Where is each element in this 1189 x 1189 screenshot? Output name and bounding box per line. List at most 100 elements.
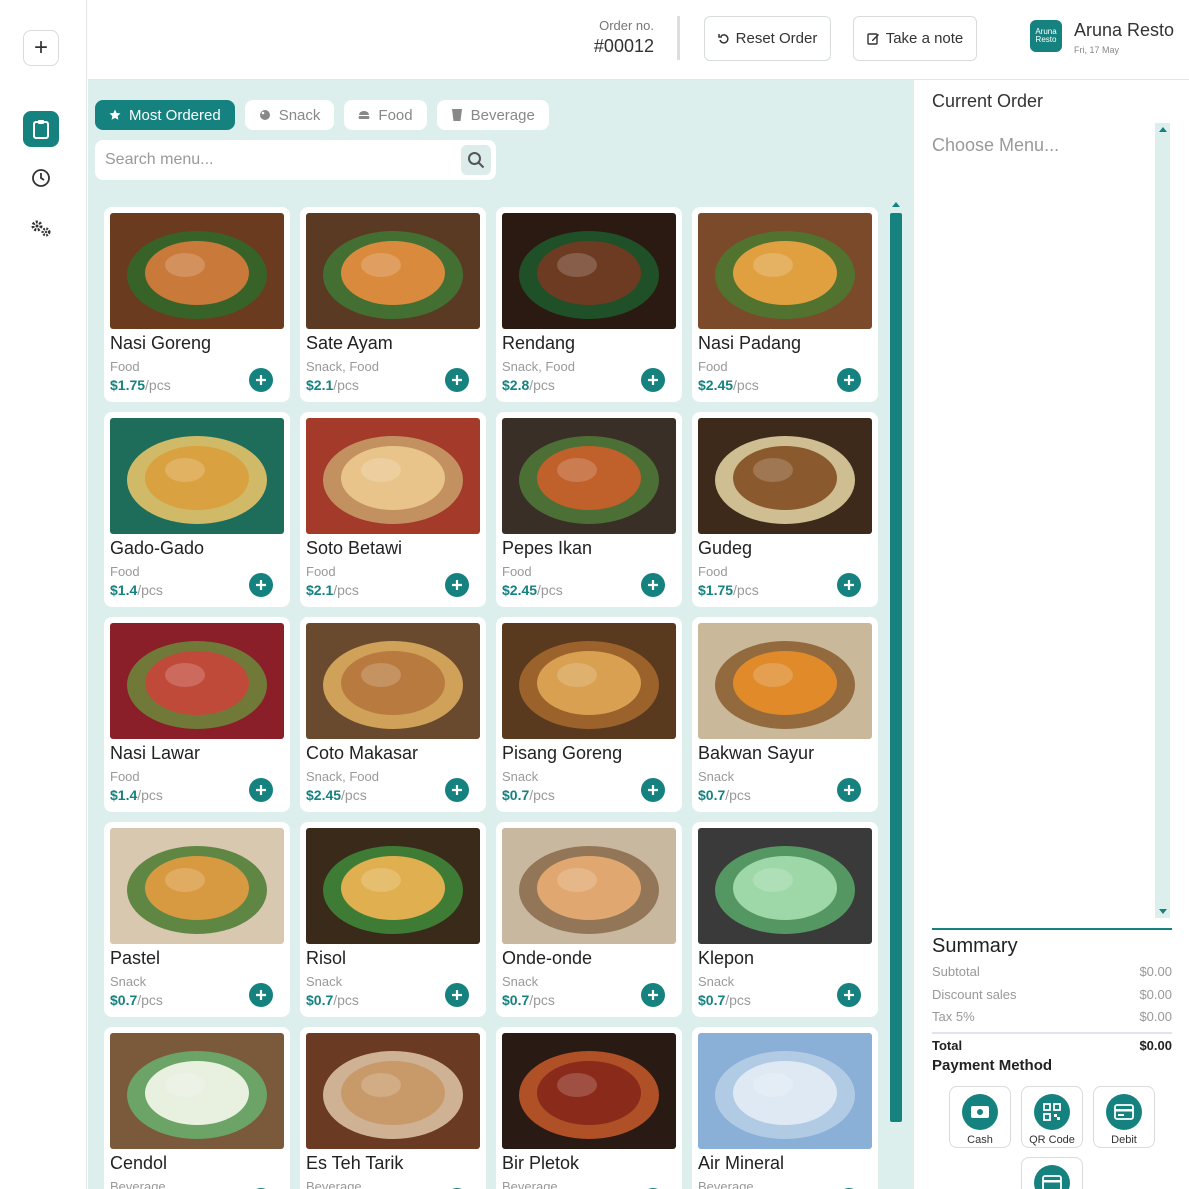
menu-item-image — [110, 213, 284, 329]
card-icon — [1114, 1104, 1134, 1120]
menu-item-card[interactable]: Coto Makasar Snack, Food $2.45/pcs — [300, 617, 486, 812]
add-to-order-button[interactable] — [445, 983, 469, 1007]
menu-item-card[interactable]: Gado-Gado Food $1.4/pcs — [104, 412, 290, 607]
add-to-order-button[interactable] — [249, 573, 273, 597]
tab-food[interactable]: Food — [344, 100, 427, 130]
menu-item-category: Food — [698, 564, 728, 579]
food-icon — [358, 111, 370, 119]
menu-item-card[interactable]: Cendol Beverage — [104, 1027, 290, 1189]
subtotal-value: $0.00 — [1139, 964, 1172, 979]
menu-item-name: Gudeg — [698, 538, 753, 558]
tab-most-ordered[interactable]: Most Ordered — [95, 100, 235, 130]
add-to-order-button[interactable] — [641, 573, 665, 597]
summary-divider — [932, 928, 1172, 930]
scroll-up-arrow[interactable] — [1159, 127, 1167, 132]
menu-item-card[interactable]: Bir Pletok Beverage — [496, 1027, 682, 1189]
menu-grid: Nasi Goreng Food $1.75/pcs Sate Ayam Snack, … — [104, 207, 880, 1189]
menu-item-category: Food — [502, 564, 532, 579]
add-to-order-button[interactable] — [837, 368, 861, 392]
menu-item-card[interactable]: Pisang Goreng Snack $0.7/pcs — [496, 617, 682, 812]
take-note-button[interactable]: Take a note — [853, 16, 977, 61]
menu-item-category: Beverage — [502, 1179, 558, 1189]
nav-orders-button[interactable] — [23, 111, 59, 147]
add-to-order-button[interactable] — [445, 573, 469, 597]
plus-icon — [256, 785, 266, 795]
plus-icon — [648, 785, 658, 795]
add-to-order-button[interactable] — [249, 983, 273, 1007]
menu-item-card[interactable]: Pastel Snack $0.7/pcs — [104, 822, 290, 1017]
price-unit: /pcs — [733, 582, 759, 598]
price-unit: /pcs — [529, 377, 555, 393]
menu-area: Most Ordered Snack Food Beverage Nasi Go… — [88, 80, 914, 1189]
menu-item-card[interactable]: Pepes Ikan Food $2.45/pcs — [496, 412, 682, 607]
plus-icon — [256, 580, 266, 590]
pay-cash-button[interactable]: Cash — [949, 1086, 1011, 1148]
add-to-order-button[interactable] — [249, 368, 273, 392]
new-order-button[interactable]: + — [23, 30, 59, 66]
brand-name: Aruna Resto — [1074, 20, 1175, 40]
add-to-order-button[interactable] — [837, 778, 861, 802]
nav-history-button[interactable] — [23, 160, 59, 196]
header-divider — [677, 16, 680, 60]
menu-item-card[interactable]: Risol Snack $0.7/pcs — [300, 822, 486, 1017]
menu-item-category: Food — [306, 564, 336, 579]
menu-item-name: Nasi Lawar — [110, 743, 201, 763]
menu-item-card[interactable]: Nasi Lawar Food $1.4/pcs — [104, 617, 290, 812]
search-button[interactable] — [461, 145, 491, 175]
menu-item-card[interactable]: Es Teh Tarik Beverage — [300, 1027, 486, 1189]
menu-item-card[interactable]: Bakwan Sayur Snack $0.7/pcs — [692, 617, 878, 812]
pay-qr-button[interactable]: QR Code — [1021, 1086, 1083, 1148]
menu-item-name: Pisang Goreng — [502, 743, 623, 763]
menu-item-image — [306, 623, 480, 739]
nav-settings-button[interactable] — [23, 210, 59, 246]
brand-logo: Aruna Resto — [1030, 20, 1062, 52]
menu-item-category: Food — [110, 359, 140, 374]
search-input[interactable] — [95, 140, 455, 180]
price-value: $1.4 — [110, 787, 138, 803]
menu-item-price: $0.7/pcs — [306, 992, 359, 1008]
menu-item-card[interactable]: Sate Ayam Snack, Food $2.1/pcs — [300, 207, 486, 402]
menu-item-category: Snack, Food — [306, 359, 379, 374]
menu-item-card[interactable]: Onde-onde Snack $0.7/pcs — [496, 822, 682, 1017]
scroll-up-arrow[interactable] — [892, 202, 900, 207]
discount-value: $0.00 — [1139, 986, 1172, 1002]
add-to-order-button[interactable] — [641, 983, 665, 1007]
price-value: $2.45 — [502, 582, 538, 598]
scroll-down-arrow[interactable] — [1159, 909, 1167, 914]
scrollbar-thumb[interactable] — [890, 213, 902, 1122]
menu-item-card[interactable]: Klepon Snack $0.7/pcs — [692, 822, 878, 1017]
order-number: #00012 — [593, 36, 654, 56]
tab-beverage[interactable]: Beverage — [436, 100, 549, 130]
pay-debit-button[interactable]: Debit — [1093, 1086, 1155, 1148]
add-to-order-button[interactable] — [641, 778, 665, 802]
menu-item-name: Bir Pletok — [502, 1153, 580, 1173]
tab-snack[interactable]: Snack — [244, 100, 335, 130]
add-to-order-button[interactable] — [837, 983, 861, 1007]
pay-method-label: Cash — [967, 1134, 993, 1146]
menu-item-image — [306, 213, 480, 329]
menu-item-card[interactable]: Nasi Padang Food $2.45/pcs — [692, 207, 878, 402]
add-to-order-button[interactable] — [249, 778, 273, 802]
price-unit: /pcs — [537, 582, 563, 598]
order-scrollbar[interactable] — [1155, 123, 1170, 918]
menu-item-card[interactable]: Gudeg Food $1.75/pcs — [692, 412, 878, 607]
menu-item-card[interactable]: Air Mineral Beverage — [692, 1027, 878, 1189]
menu-item-card[interactable]: Soto Betawi Food $2.1/pcs — [300, 412, 486, 607]
menu-item-card[interactable]: Rendang Snack, Food $2.8/pcs — [496, 207, 682, 402]
add-to-order-button[interactable] — [641, 368, 665, 392]
price-value: $1.4 — [110, 582, 138, 598]
menu-scrollbar[interactable] — [890, 202, 902, 1127]
add-to-order-button[interactable] — [445, 368, 469, 392]
price-value: $1.75 — [110, 377, 146, 393]
total-divider — [932, 1031, 1172, 1034]
menu-item-card[interactable]: Nasi Goreng Food $1.75/pcs — [104, 207, 290, 402]
add-to-order-button[interactable] — [837, 573, 861, 597]
add-to-order-button[interactable] — [445, 778, 469, 802]
menu-item-name: Soto Betawi — [306, 538, 403, 558]
menu-item-category: Snack, Food — [306, 769, 379, 784]
menu-item-name: Es Teh Tarik — [306, 1153, 404, 1173]
menu-item-image — [698, 623, 872, 739]
reset-order-button[interactable]: Reset Order — [704, 16, 831, 61]
tax-label: Tax 5% — [932, 1009, 975, 1024]
pay-credit-button[interactable] — [1021, 1157, 1083, 1189]
